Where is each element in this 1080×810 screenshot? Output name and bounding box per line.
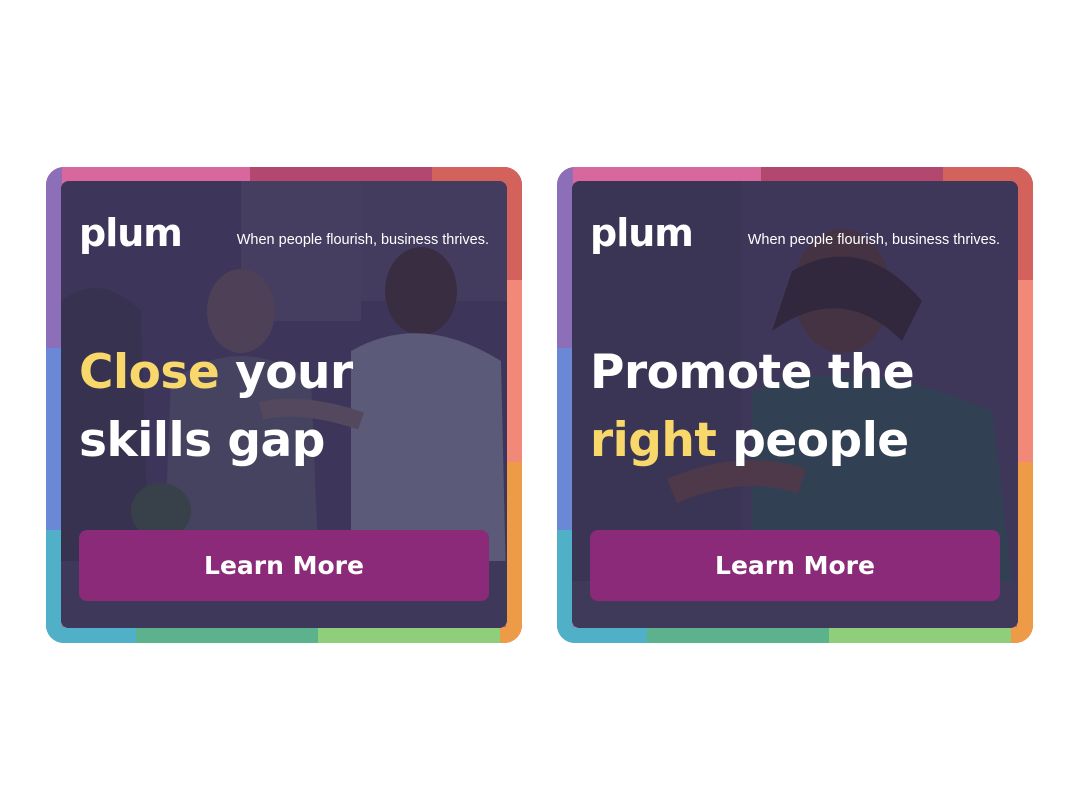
plum-logo: plum bbox=[590, 211, 694, 255]
ad-content: plum When people flourish, business thri… bbox=[572, 181, 1018, 628]
frame-segment bbox=[46, 167, 62, 348]
frame-segment bbox=[557, 348, 573, 530]
frame-segment bbox=[318, 627, 500, 643]
frame-segment bbox=[1011, 627, 1033, 643]
frame-segment bbox=[1017, 167, 1033, 280]
frame-segment bbox=[557, 530, 573, 643]
headline-text: skills gap bbox=[79, 413, 325, 468]
plum-logo: plum bbox=[79, 211, 183, 255]
frame-segment bbox=[500, 627, 522, 643]
frame-segment bbox=[829, 627, 1011, 643]
frame-segment bbox=[136, 627, 318, 643]
frame-segment bbox=[506, 167, 522, 280]
frame-segment bbox=[1017, 462, 1033, 643]
tagline: When people flourish, business thrives. bbox=[747, 232, 1000, 248]
headline: Promote the right people bbox=[590, 339, 1010, 475]
frame-segment bbox=[557, 167, 573, 348]
ad-banner-promote[interactable]: plum When people flourish, business thri… bbox=[557, 167, 1033, 643]
headline-highlight: Close bbox=[79, 345, 220, 400]
ad-content: plum When people flourish, business thri… bbox=[61, 181, 507, 628]
frame-segment bbox=[647, 627, 829, 643]
frame-segment bbox=[1017, 280, 1033, 462]
frame-segment bbox=[506, 280, 522, 462]
learn-more-button[interactable]: Learn More bbox=[79, 530, 489, 601]
headline-text: people bbox=[716, 413, 909, 468]
frame-segment bbox=[46, 530, 62, 643]
learn-more-button[interactable]: Learn More bbox=[590, 530, 1000, 601]
frame-segment bbox=[46, 348, 62, 530]
headline-highlight: right bbox=[590, 413, 717, 468]
headline: Close your skills gap bbox=[79, 339, 499, 475]
headline-text: your bbox=[219, 345, 353, 400]
frame-segment bbox=[506, 462, 522, 643]
ad-banner-skills-gap[interactable]: plum When people flourish, business thri… bbox=[46, 167, 522, 643]
headline-text: Promote the bbox=[590, 345, 915, 400]
tagline: When people flourish, business thrives. bbox=[236, 232, 489, 248]
